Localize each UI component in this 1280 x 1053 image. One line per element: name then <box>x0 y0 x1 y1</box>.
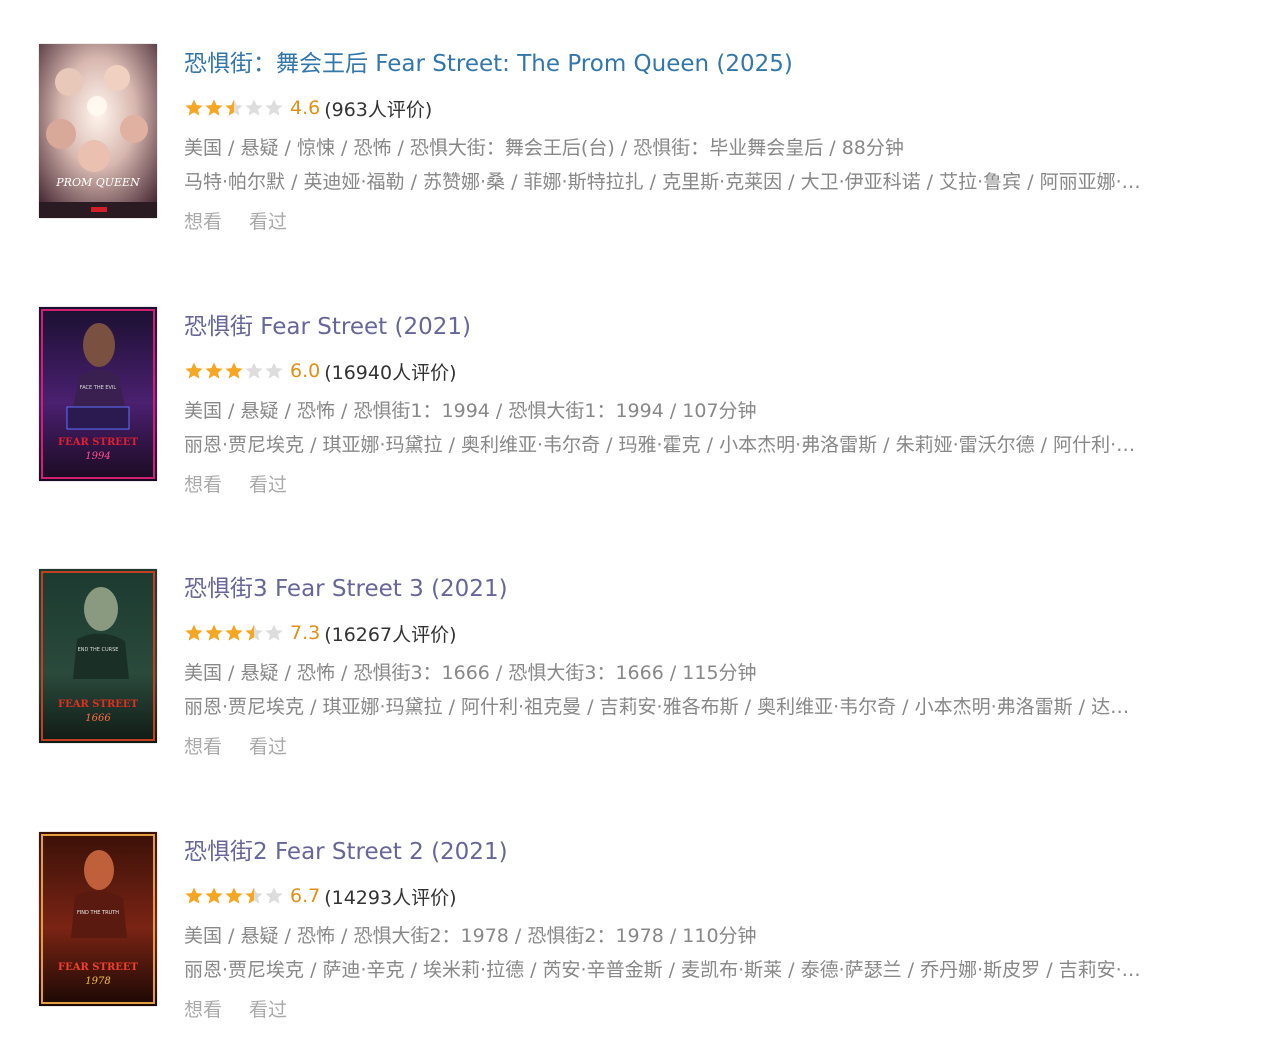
watched-button[interactable]: 看过 <box>249 471 287 499</box>
movie-title-link[interactable]: 恐惧街：舞会王后 Fear Street: The Prom Queen (20… <box>184 44 793 84</box>
star-icon <box>245 99 263 116</box>
svg-text:1978: 1978 <box>85 976 110 987</box>
rating-row: 4.6 (963人评价) <box>184 94 1264 122</box>
rating-score: 7.3 <box>290 622 321 644</box>
rating-row: 6.0 (16940人评价) <box>184 357 1264 385</box>
star-icon <box>265 99 283 116</box>
star-icon <box>245 624 263 641</box>
star-rating-icon <box>184 361 284 381</box>
svg-text:FIND THE TRUTH: FIND THE TRUTH <box>77 910 119 916</box>
fear-street-1994-poster-icon[interactable]: FACE THE EVIL FEAR STREET 1994 <box>39 307 157 481</box>
rating-count: (16940人评价) <box>324 361 457 384</box>
rating-score: 6.0 <box>290 360 321 382</box>
star-icon <box>185 362 203 379</box>
star-icon <box>205 99 223 116</box>
want-to-watch-button[interactable]: 想看 <box>184 996 222 1024</box>
movie-meta: 美国 / 悬疑 / 恐怖 / 恐惧街3：1666 / 恐惧大街3：1666 / … <box>184 662 757 684</box>
want-to-watch-button[interactable]: 想看 <box>184 733 222 761</box>
movie-item: FIND THE TRUTH FEAR STREET 1978 恐惧街2 Fea… <box>0 832 1280 1053</box>
svg-text:END THE CURSE: END THE CURSE <box>78 647 119 653</box>
star-icon <box>225 887 243 904</box>
star-icon <box>185 624 203 641</box>
movie-meta: 美国 / 悬疑 / 恐怖 / 恐惧大街2：1978 / 恐惧街2：1978 / … <box>184 925 757 947</box>
movie-result-list: PROM QUEEN 恐惧街：舞会王后 Fear Street: The Pro… <box>0 0 1280 1053</box>
rating-count: (963人评价) <box>324 98 433 121</box>
movie-item: PROM QUEEN 恐惧街：舞会王后 Fear Street: The Pro… <box>0 44 1280 274</box>
star-icon <box>265 624 283 641</box>
prom-queen-poster-icon[interactable]: PROM QUEEN <box>39 44 157 218</box>
want-to-watch-button[interactable]: 想看 <box>184 471 222 499</box>
movie-cast: 丽恩·贾尼埃克 / 琪亚娜·玛黛拉 / 奥利维亚·韦尔奇 / 玛雅·霍克 / 小… <box>184 434 1136 456</box>
svg-text:FACE THE EVIL: FACE THE EVIL <box>80 385 117 391</box>
rating-score: 6.7 <box>290 885 321 907</box>
watched-button[interactable]: 看过 <box>249 733 287 761</box>
svg-text:FEAR STREET: FEAR STREET <box>58 437 138 448</box>
rating-row: 6.7 (14293人评价) <box>184 882 1264 910</box>
star-rating-icon <box>184 623 284 643</box>
movie-item: END THE CURSE FEAR STREET 1666 恐惧街3 Fear… <box>0 569 1280 799</box>
star-rating-icon <box>184 886 284 906</box>
star-rating-icon <box>184 98 284 118</box>
rating-count: (16267人评价) <box>324 623 457 646</box>
star-icon <box>265 362 283 379</box>
star-icon <box>225 624 243 641</box>
movie-actions: 想看 看过 <box>184 733 1264 761</box>
star-icon <box>205 624 223 641</box>
watched-button[interactable]: 看过 <box>249 208 287 236</box>
want-to-watch-button[interactable]: 想看 <box>184 208 222 236</box>
star-icon <box>265 887 283 904</box>
rating-count: (14293人评价) <box>324 886 457 909</box>
movie-item: FACE THE EVIL FEAR STREET 1994 恐惧街 Fear … <box>0 307 1280 537</box>
star-icon <box>205 887 223 904</box>
movie-actions: 想看 看过 <box>184 996 1264 1024</box>
star-icon <box>225 99 243 116</box>
movie-actions: 想看 看过 <box>184 471 1264 499</box>
star-icon <box>245 887 263 904</box>
watched-button[interactable]: 看过 <box>249 996 287 1024</box>
rating-row: 7.3 (16267人评价) <box>184 619 1264 647</box>
svg-text:1666: 1666 <box>85 713 111 724</box>
fear-street-1978-poster-icon[interactable]: FIND THE TRUTH FEAR STREET 1978 <box>39 832 157 1006</box>
star-icon <box>205 362 223 379</box>
svg-text:FEAR STREET: FEAR STREET <box>58 962 138 973</box>
movie-title-link[interactable]: 恐惧街 Fear Street (2021) <box>184 307 471 347</box>
star-icon <box>245 362 263 379</box>
svg-text:PROM QUEEN: PROM QUEEN <box>55 176 140 189</box>
movie-title-link[interactable]: 恐惧街2 Fear Street 2 (2021) <box>184 832 508 872</box>
star-icon <box>225 362 243 379</box>
movie-actions: 想看 看过 <box>184 208 1264 236</box>
rating-score: 4.6 <box>290 97 321 119</box>
movie-cast: 马特·帕尔默 / 英迪娅·福勒 / 苏赞娜·桑 / 菲娜·斯特拉扎 / 克里斯·… <box>184 171 1141 193</box>
movie-cast: 丽恩·贾尼埃克 / 萨迪·辛克 / 埃米莉·拉德 / 芮安·辛普金斯 / 麦凯布… <box>184 959 1141 981</box>
movie-title-link[interactable]: 恐惧街3 Fear Street 3 (2021) <box>184 569 508 609</box>
star-icon <box>185 887 203 904</box>
fear-street-1666-poster-icon[interactable]: END THE CURSE FEAR STREET 1666 <box>39 569 157 743</box>
movie-meta: 美国 / 悬疑 / 恐怖 / 恐惧街1：1994 / 恐惧大街1：1994 / … <box>184 400 757 422</box>
star-icon <box>185 99 203 116</box>
svg-text:1994: 1994 <box>85 451 110 462</box>
movie-meta: 美国 / 悬疑 / 惊悚 / 恐怖 / 恐惧大街：舞会王后(台) / 恐惧街：毕… <box>184 137 904 159</box>
movie-cast: 丽恩·贾尼埃克 / 琪亚娜·玛黛拉 / 阿什利·祖克曼 / 吉莉安·雅各布斯 /… <box>184 696 1130 718</box>
svg-text:FEAR STREET: FEAR STREET <box>58 699 138 710</box>
